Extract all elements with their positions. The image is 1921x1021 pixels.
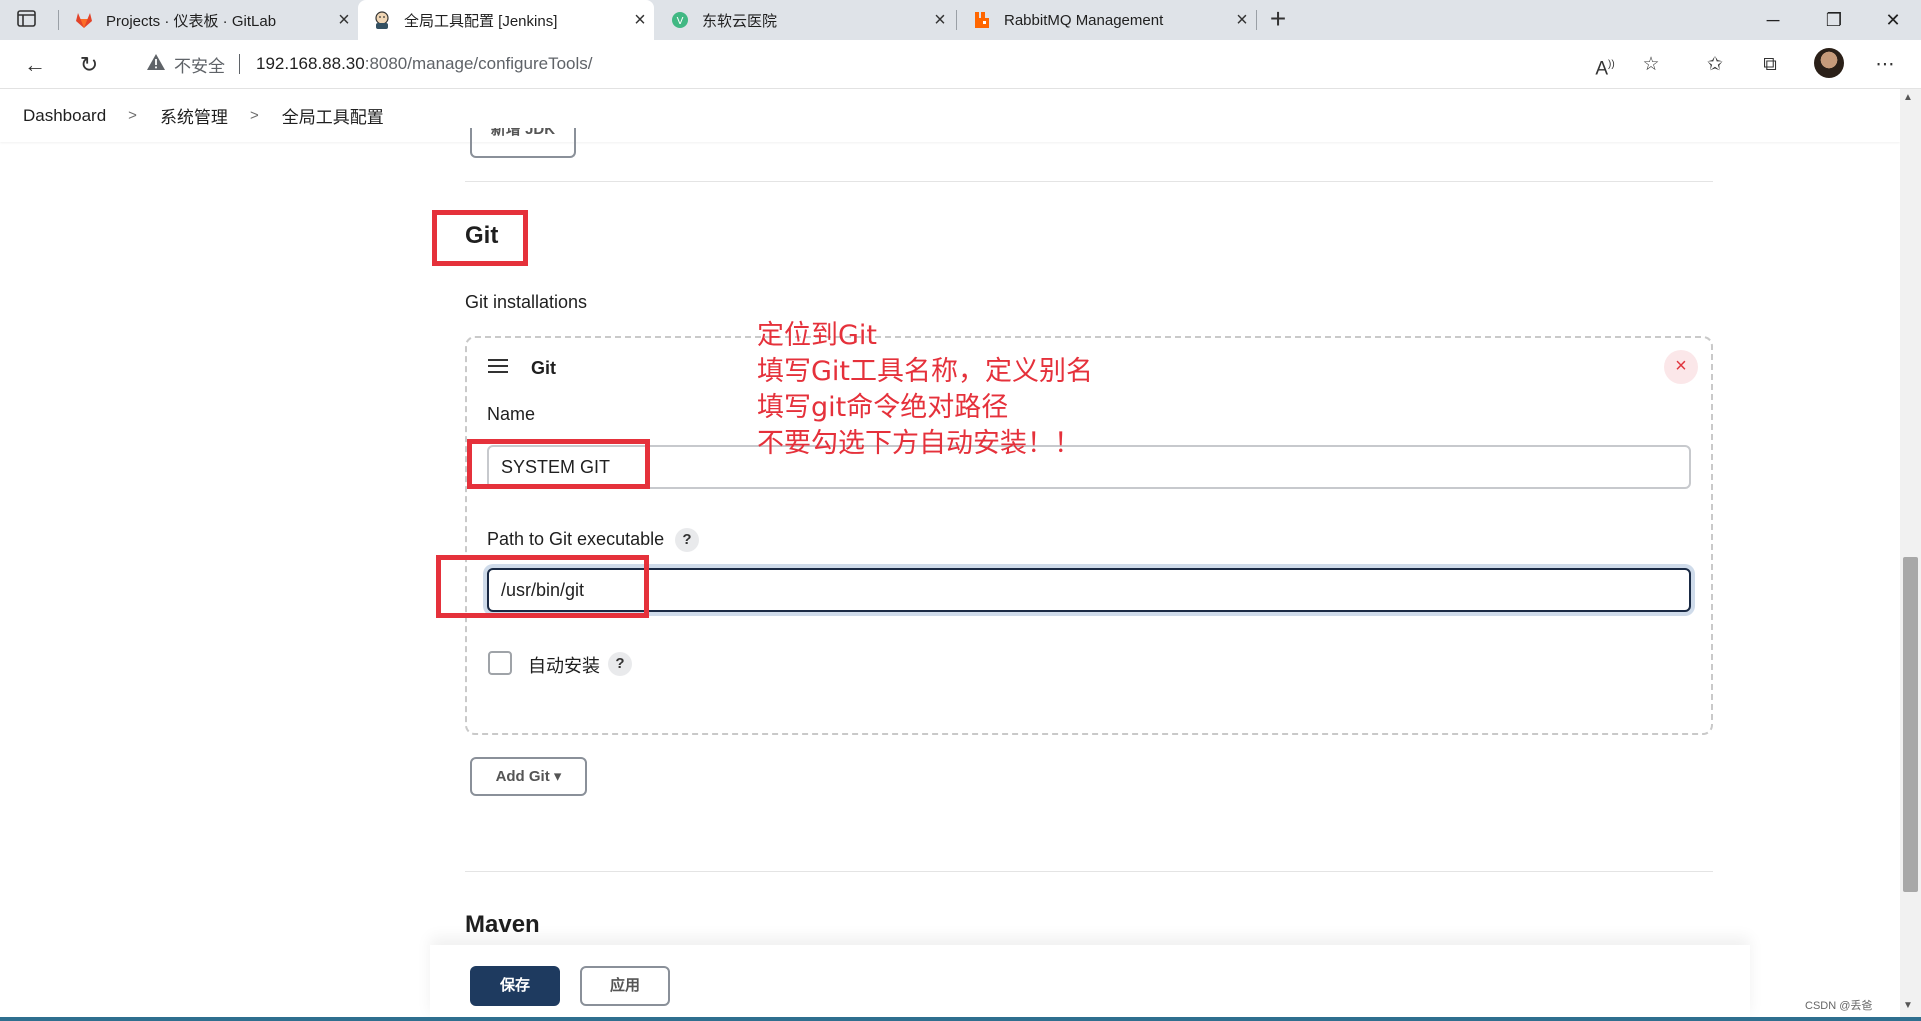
annotation-line: 不要勾选下方自动安装！！ [757,428,1081,459]
section-divider [465,871,1713,872]
chevron-right-icon: > [128,107,137,124]
add-favorite-icon[interactable]: ☆ [1636,50,1666,80]
window-close-icon[interactable]: ✕ [1865,0,1921,40]
minimize-icon[interactable]: ─ [1745,0,1801,40]
tab-gitlab[interactable]: Projects · 仪表板 · GitLab × [60,0,358,40]
jenkins-icon [372,10,392,30]
new-tab-button[interactable]: + [1262,4,1294,36]
tab-actions-icon[interactable] [16,8,42,32]
window-bottom-edge [0,1017,1921,1021]
back-icon[interactable]: ← [20,50,50,80]
read-aloud-icon[interactable]: A)) [1590,50,1620,80]
svg-text:V: V [677,16,684,27]
tab-separator [1256,10,1257,30]
delete-installation-button[interactable]: × [1664,350,1698,384]
more-icon[interactable]: ⋯ [1870,50,1900,80]
scroll-up-icon[interactable]: ▲ [1903,92,1913,103]
help-icon[interactable]: ? [675,528,699,552]
scrollbar-thumb[interactable] [1903,557,1918,892]
git-installations-label: Git installations [465,292,588,312]
address-separator [239,54,240,74]
add-git-button[interactable]: Add Git ▾ [470,757,587,796]
annotation-text: 定位到Git 填写Git工具名称，定义别名 填写git命令绝对路径 不要勾选下方… [757,318,1093,462]
tab-title: RabbitMQ Management [1004,11,1164,29]
git-path-input[interactable] [487,568,1691,612]
close-icon[interactable]: × [330,9,358,32]
refresh-icon[interactable]: ↻ [74,50,104,80]
breadcrumb-manage[interactable]: 系统管理 [160,103,228,128]
tab-strip: Projects · 仪表板 · GitLab × 全局工具配置 [Jenkin… [0,0,1921,40]
annotation-box-git-title [432,210,528,266]
tab-title: Projects · 仪表板 · GitLab [106,12,277,30]
help-icon[interactable]: ? [608,652,632,676]
breadcrumb-configure-tools[interactable]: 全局工具配置 [282,103,384,128]
insecure-label: 不安全 [174,56,225,76]
close-icon[interactable]: × [1228,9,1256,32]
annotation-line: 定位到Git [757,320,878,351]
tab-rabbitmq[interactable]: RabbitMQ Management × [958,0,1256,40]
address-bar[interactable]: 不安全 192.168.88.30:8080/manage/configureT… [126,46,1686,82]
vue-icon: V [670,10,690,30]
annotation-line: 填写git命令绝对路径 [757,392,1009,423]
name-label: Name [487,404,536,424]
tab-hospital[interactable]: V 东软云医院 × [656,0,954,40]
auto-install-checkbox[interactable] [488,651,512,675]
apply-button[interactable]: 应用 [580,966,670,1006]
git-item-title: Git [531,358,556,378]
tab-title: 东软云医院 [702,12,778,30]
tab-jenkins[interactable]: 全局工具配置 [Jenkins] × [358,0,654,40]
path-label: Path to Git executable [487,529,665,549]
add-jdk-button[interactable]: 新增 JDK [470,128,576,158]
favorites-icon[interactable]: ✩ [1700,50,1730,80]
breadcrumb: Dashboard > 系统管理 > 全局工具配置 [0,89,1900,142]
collections-icon[interactable]: ⧉ [1755,50,1785,80]
url-host: 192.168.88.30 [256,54,365,73]
maven-section-title: Maven [465,911,540,938]
annotation-line: 填写Git工具名称，定义别名 [757,356,1094,387]
drag-handle-icon[interactable] [488,359,508,375]
annotation-box-path [436,555,649,618]
scroll-down-icon[interactable]: ▼ [1903,1000,1913,1011]
gitlab-icon [74,10,94,30]
close-icon[interactable]: × [626,9,654,32]
chevron-right-icon: > [249,107,259,124]
tab-title: 全局工具配置 [Jenkins] [404,12,558,30]
avatar[interactable] [1814,48,1844,78]
breadcrumb-dashboard[interactable]: Dashboard [23,106,106,126]
save-button[interactable]: 保存 [470,966,560,1006]
close-icon[interactable]: × [926,9,954,32]
section-divider [465,181,1713,182]
watermark: CSDN @丢爸 [1805,1000,1873,1012]
browser-toolbar: ← ↻ 不安全 192.168.88.30:8080/manage/config… [0,40,1921,89]
url-path: :8080/manage/configureTools/ [364,54,593,73]
restore-icon[interactable]: ❐ [1806,0,1862,40]
auto-install-label: 自动安装 [528,656,600,676]
tab-separator [956,10,957,30]
warning-icon [146,53,168,76]
rabbitmq-icon [972,10,992,30]
tab-separator [58,10,59,30]
annotation-box-name [467,439,650,489]
